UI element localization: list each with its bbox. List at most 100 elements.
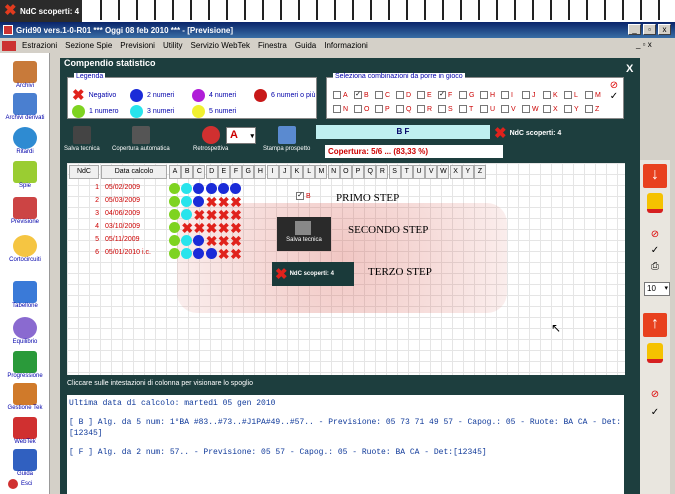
column-header-data-calcolo[interactable]: Data calcolo [101, 165, 167, 179]
scroll-up-button[interactable]: ↑ [643, 313, 667, 337]
column-header-u[interactable]: U [413, 165, 425, 179]
menu-guida[interactable]: Guida [291, 41, 320, 50]
sidebar-item-webtek[interactable]: WebTek [0, 417, 50, 445]
column-header-m[interactable]: M [315, 165, 328, 179]
column-header-f[interactable]: F [230, 165, 242, 179]
column-header-e[interactable]: E [217, 165, 230, 179]
combo-checkbox-f[interactable]: ✓ F [438, 91, 452, 99]
close-button[interactable]: x [658, 24, 671, 35]
column-header-h[interactable]: H [254, 165, 267, 179]
menu-informazioni[interactable]: Informazioni [320, 41, 372, 50]
column-header-o[interactable]: O [339, 165, 352, 179]
column-header-k[interactable]: K [291, 165, 303, 179]
menu-finestra[interactable]: Finestra [254, 41, 291, 50]
stampa-prospetto-button[interactable]: Stampa prospetto [263, 126, 310, 152]
column-header-y[interactable]: Y [461, 165, 474, 179]
scroll-down-button[interactable]: ↓ [643, 164, 667, 188]
column-header-a[interactable]: A [169, 165, 181, 179]
column-header-s[interactable]: S [388, 165, 401, 179]
sidebar-item-progressione[interactable]: Progressione [0, 351, 50, 379]
combo-checkbox-x[interactable]: X [543, 105, 558, 113]
panel-close-button[interactable]: X [626, 63, 633, 75]
combo-checkbox-m[interactable]: M [585, 91, 601, 99]
menu-estrazioni[interactable]: Estrazioni [18, 41, 61, 50]
sidebar-item-equilibrio[interactable]: Equilibrio [0, 317, 50, 345]
combo-checkbox-n[interactable]: N [333, 105, 348, 113]
combo-checkbox-g[interactable]: G [459, 91, 474, 99]
sidebar-item-previsione[interactable]: Previsione [0, 197, 50, 225]
combo-checkbox-q[interactable]: Q [396, 105, 411, 113]
menu-previsioni[interactable]: Previsioni [116, 41, 159, 50]
combo-checkbox-a[interactable]: A [333, 91, 348, 99]
combo-checkbox-d[interactable]: D [396, 91, 411, 99]
combo-checkbox-h[interactable]: H [480, 91, 495, 99]
menu-utility[interactable]: Utility [159, 41, 187, 50]
column-header-g[interactable]: G [242, 165, 255, 179]
restore-button[interactable]: ▫ [643, 24, 656, 35]
column-header-w[interactable]: W [437, 165, 450, 179]
sidebar-item-archivi[interactable]: Archivi [0, 61, 50, 89]
clear-icon[interactable]: ⊘ [606, 80, 622, 91]
clear-icon[interactable]: ⊘ [647, 388, 663, 402]
check-icon[interactable]: ✓ [606, 91, 622, 102]
column-header-v[interactable]: V [425, 165, 438, 179]
menu-sezione-spie[interactable]: Sezione Spie [61, 41, 116, 50]
column-header-z[interactable]: Z [474, 165, 486, 179]
sidebar-item-guida[interactable]: Guida [0, 449, 50, 477]
column-header-x[interactable]: X [449, 165, 462, 179]
salva-tecnica-button[interactable]: Salva tecnica [64, 126, 100, 152]
column-header-c[interactable]: C [193, 165, 206, 179]
sidebar-item-gestione-tek[interactable]: Gestione Tek [0, 383, 50, 411]
retrospettiva-button[interactable]: Retrospettiva [193, 126, 228, 152]
combo-select-dropdown[interactable]: A ▾ [226, 127, 256, 144]
sidebar-item-esci[interactable]: Esci [0, 479, 50, 489]
combo-checkbox-c[interactable]: C [375, 91, 390, 99]
column-header-q[interactable]: Q [364, 165, 377, 179]
combo-checkbox-j[interactable]: J [522, 91, 536, 99]
combo-checkbox-v[interactable]: V [501, 105, 516, 113]
combo-checkbox-z[interactable]: Z [585, 105, 599, 113]
sidebar-item-tabellone[interactable]: Tabellone [0, 281, 50, 309]
column-header-l[interactable]: L [303, 165, 316, 179]
copertura-automatica-button[interactable]: Copertura automatica [112, 126, 170, 152]
menu-servizio-webtek[interactable]: Servizio WebTek [187, 41, 254, 50]
report-box[interactable]: Ultima data di calcolo: martedì 05 gen 2… [67, 395, 624, 494]
combo-checkbox-k[interactable]: K [543, 91, 558, 99]
combo-checkbox-i[interactable]: I [501, 91, 513, 99]
column-header-j[interactable]: J [278, 165, 291, 179]
combo-checkbox-o[interactable]: O [354, 105, 369, 113]
combo-checkbox-l[interactable]: L [564, 91, 578, 99]
clear-icon[interactable]: ⊘ [647, 228, 663, 242]
print-icon[interactable]: ⎙ [647, 260, 663, 274]
bucket-icon[interactable] [647, 193, 663, 213]
bucket-icon[interactable] [647, 343, 663, 363]
sidebar-item-spie[interactable]: Spie [0, 161, 50, 189]
column-header-r[interactable]: R [376, 165, 389, 179]
combo-checkbox-s[interactable]: S [438, 105, 453, 113]
check-icon[interactable]: ✓ [647, 244, 663, 258]
column-header-d[interactable]: D [205, 165, 218, 179]
ndc-tab[interactable]: ✖ NdC scoperti: 4 [0, 0, 82, 22]
column-header-b[interactable]: B [181, 165, 194, 179]
column-header-t[interactable]: T [400, 165, 413, 179]
column-header-n[interactable]: N [327, 165, 340, 179]
sidebar-item-cortocircuiti[interactable]: Cortocircuiti [0, 235, 50, 263]
b-checkbox[interactable]: ✓ B [296, 192, 311, 200]
column-header-p[interactable]: P [352, 165, 364, 179]
column-header-i[interactable]: I [266, 165, 279, 179]
combo-checkbox-r[interactable]: R [417, 105, 432, 113]
minimize-button[interactable]: _ [628, 24, 641, 35]
combo-checkbox-w[interactable]: W [522, 105, 539, 113]
mdi-controls[interactable]: _ ▫ x [636, 40, 652, 49]
check-icon[interactable]: ✓ [647, 406, 663, 420]
zoom-select[interactable]: 10 ▾ [644, 282, 670, 296]
sidebar-item-ritardi[interactable]: Ritardi [0, 127, 50, 155]
combo-checkbox-e[interactable]: E [417, 91, 432, 99]
combo-checkbox-t[interactable]: T [459, 105, 473, 113]
combo-checkbox-u[interactable]: U [480, 105, 495, 113]
sidebar-item-archivi-derivati[interactable]: Archivi derivati [0, 93, 50, 121]
combo-checkbox-b[interactable]: ✓ B [354, 91, 369, 99]
combo-checkbox-y[interactable]: Y [564, 105, 579, 113]
column-header-ndc[interactable]: NdC [69, 165, 99, 179]
combo-checkbox-p[interactable]: P [375, 105, 390, 113]
